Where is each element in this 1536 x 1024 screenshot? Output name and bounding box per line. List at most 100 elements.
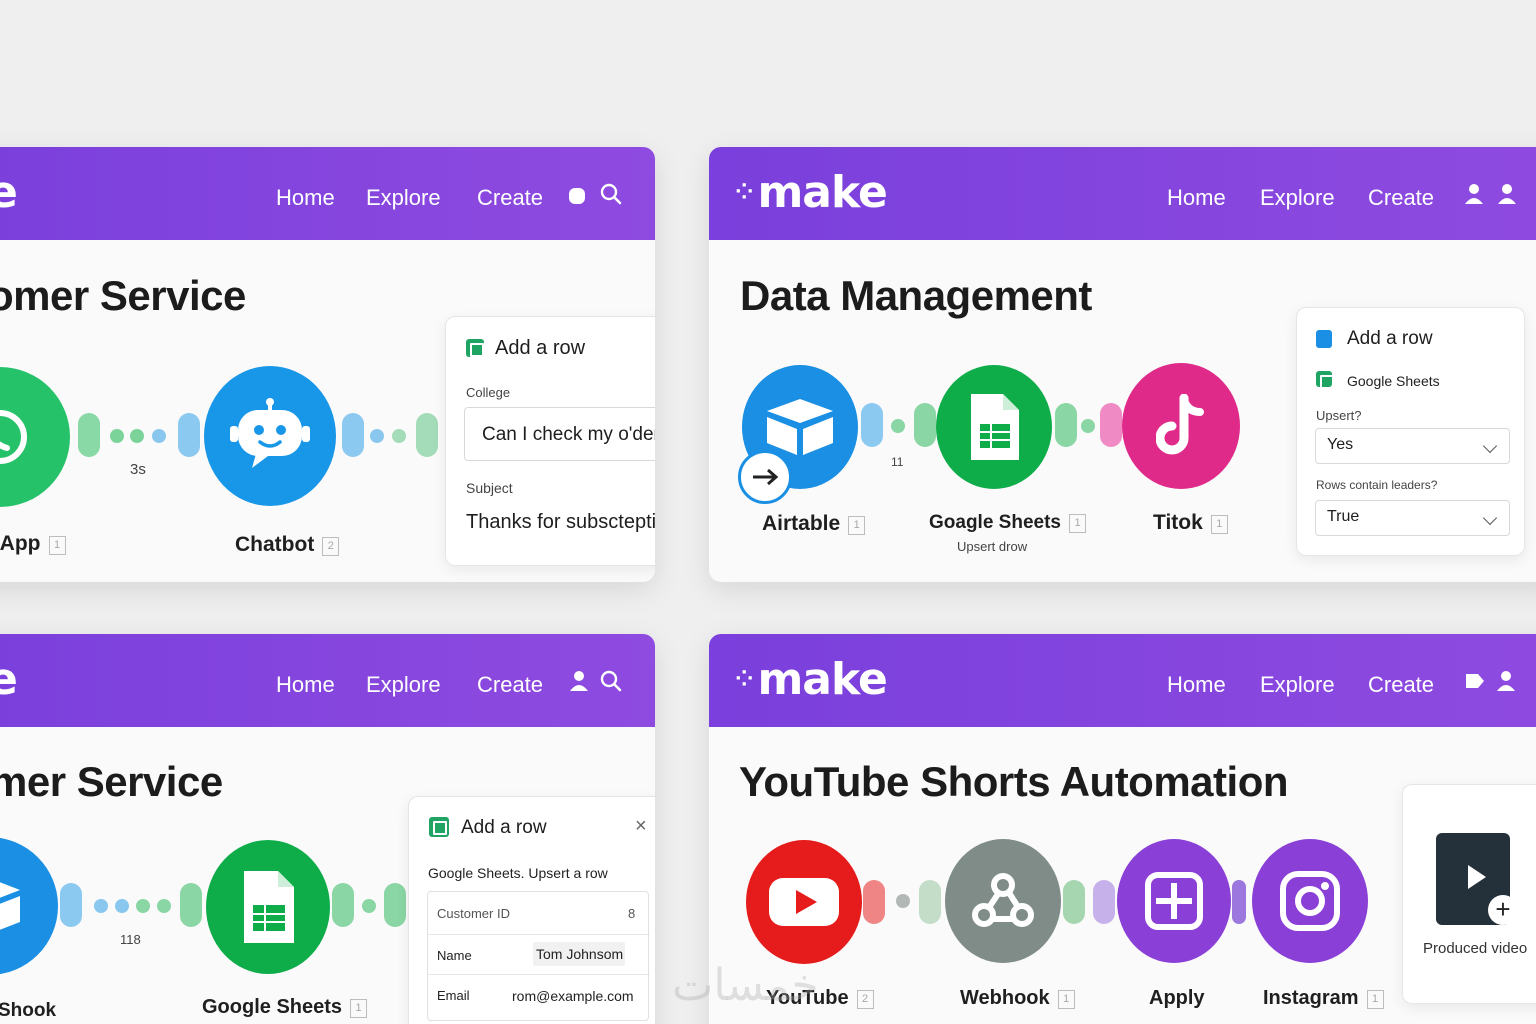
divider [428, 934, 650, 935]
robot-icon [230, 398, 310, 468]
produced-video-card[interactable]: + Produced video [1402, 784, 1536, 1004]
webhook-module[interactable] [0, 837, 58, 975]
user-icon[interactable] [568, 670, 592, 694]
operation-label: Upsert drow [957, 539, 1028, 554]
nav-create[interactable]: Create [1368, 672, 1434, 698]
module-index: 1 [1366, 990, 1384, 1009]
nav-explore[interactable]: Explore [366, 185, 441, 211]
close-icon[interactable]: × [635, 815, 647, 838]
nav-explore[interactable]: Explore [1260, 185, 1335, 211]
connector-dot [110, 429, 124, 443]
notification-icon[interactable] [566, 183, 590, 207]
airtable-icon [1316, 330, 1332, 348]
add-row-card: Add a row College Can I check my o'der s… [445, 316, 655, 566]
webhook-label: Webhook 1 [960, 987, 1075, 1010]
connector-arc [78, 413, 100, 457]
connector-arc [180, 883, 202, 927]
connector-dot [136, 899, 150, 913]
connector-arc [416, 413, 438, 457]
rows-header-select[interactable]: True [1315, 500, 1510, 536]
nav-home[interactable]: Home [1167, 185, 1226, 211]
instagram-label: Instagram 1 [1263, 987, 1384, 1010]
connector-arc [914, 403, 936, 447]
connector-dot [392, 429, 406, 443]
card-subtitle: Google Sheets. Upsert a row [428, 865, 608, 881]
nav-create[interactable]: Create [1368, 185, 1434, 211]
chevron-down-icon [1482, 510, 1498, 526]
search-icon[interactable] [600, 183, 624, 207]
scenario-panel-customer-service: e Home Explore Create omer Service 3s sA… [0, 147, 655, 582]
card-title: Add a row [1347, 328, 1433, 349]
arrow-badge[interactable] [738, 450, 792, 504]
apply-module[interactable] [1117, 839, 1231, 963]
module-index: 1 [848, 516, 866, 535]
card-title: Add a row [461, 817, 547, 838]
webhook-label: Shook [0, 1000, 57, 1021]
connector-dot [891, 419, 905, 433]
upsert-label: Upsert? [1316, 408, 1362, 423]
apply-label: Apply [1149, 987, 1205, 1009]
chatbot-module[interactable] [204, 366, 336, 506]
add-icon[interactable]: + [1488, 895, 1518, 925]
connector-count: 11 [891, 455, 904, 469]
nav-explore[interactable]: Explore [1260, 672, 1335, 698]
field-key: Customer ID [437, 906, 510, 921]
name-input[interactable]: Tom Johnsom [533, 942, 625, 966]
whatsapp-label: sApp1 [0, 532, 66, 556]
nav-home[interactable]: Home [276, 185, 335, 211]
page-title: YouTube Shorts Automation [739, 758, 1289, 805]
instagram-module[interactable] [1252, 839, 1368, 963]
make-logo[interactable]: e [0, 654, 18, 705]
nav-home[interactable]: Home [276, 672, 335, 698]
nav-create[interactable]: Create [477, 672, 543, 698]
youtube-module[interactable] [746, 840, 862, 964]
user-icon[interactable] [1463, 183, 1487, 207]
fields-table: Customer ID 8 Name Tom Johnsom Email rom… [427, 891, 650, 1021]
connector-count: 118 [120, 932, 141, 947]
make-logo[interactable]: ⁘make [735, 654, 888, 705]
search-icon[interactable] [600, 670, 624, 694]
field-value[interactable]: 8 [628, 906, 635, 921]
nav-explore[interactable]: Explore [366, 672, 441, 698]
google-sheets-label: Goagle Sheets 1 [929, 512, 1086, 534]
field-key: Name [437, 948, 472, 963]
connector-arc [1093, 880, 1115, 924]
connector-arc [1232, 880, 1246, 924]
connector-arc [1100, 403, 1122, 447]
youtube-icon [769, 878, 839, 926]
profile-icon[interactable] [1496, 183, 1520, 207]
whatsapp-icon [0, 410, 27, 464]
tiktok-label: Titok 1 [1153, 511, 1228, 535]
profile-icon[interactable] [1495, 670, 1519, 694]
google-sheets-module[interactable] [936, 365, 1052, 489]
upsert-select[interactable]: Yes [1315, 428, 1510, 464]
nav-home[interactable]: Home [1167, 672, 1226, 698]
make-logo[interactable]: ⁘make [735, 167, 888, 218]
subject-input[interactable]: Thanks for subsctepting [465, 507, 655, 547]
whatsapp-module[interactable] [0, 367, 70, 507]
nav-create[interactable]: Create [477, 185, 543, 211]
subject-label: Subject [466, 480, 513, 496]
add-row-card: Add a row Google Sheets Upsert? Yes Rows… [1296, 307, 1525, 556]
chatbot-label: Chatbot 2 [235, 533, 340, 557]
airtable-label: Airtable 1 [762, 512, 866, 536]
scenario-panel-data-management: ⁘make Home Explore Create Data Managemen… [709, 147, 1536, 582]
college-label: College [466, 385, 511, 400]
webhook-icon [972, 873, 1034, 927]
tag-icon[interactable] [1464, 670, 1488, 694]
connector-arc [919, 880, 941, 924]
divider [428, 974, 650, 975]
make-logo[interactable]: e [0, 167, 18, 218]
field-value[interactable]: rom@example.com [512, 988, 634, 1004]
webhook-module[interactable] [945, 839, 1061, 963]
connector-arc [178, 413, 200, 457]
video-thumbnail[interactable]: + [1436, 833, 1518, 925]
google-sheets-label: Google Sheets 1 [202, 996, 368, 1019]
delay-label: 3s [130, 461, 146, 478]
arrow-right-icon [753, 468, 779, 486]
tiktok-module[interactable] [1122, 363, 1240, 489]
college-input[interactable]: Can I check my o'der s [464, 407, 655, 461]
tiktok-icon [1156, 394, 1204, 455]
module-index: 1 [1069, 514, 1086, 533]
google-sheets-module[interactable] [206, 840, 330, 974]
